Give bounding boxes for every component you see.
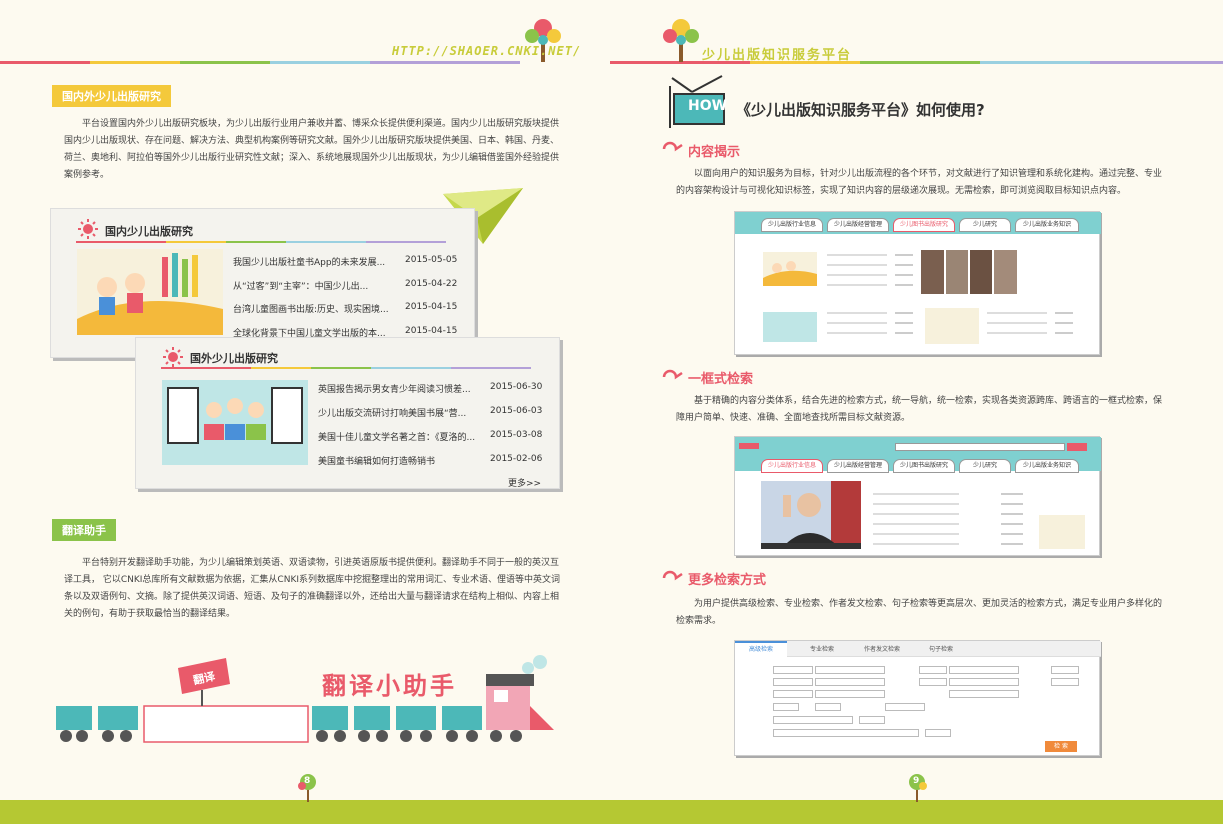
domestic-card-title: 国内少儿出版研究 bbox=[105, 225, 193, 238]
tab-professional-search[interactable]: 专业检索 bbox=[797, 643, 847, 657]
translation-paragraph: 平台特别开发翻译助手功能，为少儿编辑策划英语、双语读物，引进英语原版书提供便利。… bbox=[64, 558, 561, 619]
tab-business-knowledge[interactable]: 少儿出版业务知识 bbox=[1015, 218, 1079, 232]
brand-name: 少儿出版知识服务平台 bbox=[702, 48, 853, 63]
domestic-research-card: 国内少儿出版研究 我国少儿出版社童书App的未来发展... 2015-05-05 … bbox=[50, 208, 475, 358]
tree-logo-icon bbox=[663, 19, 699, 62]
page-number-left: 8 bbox=[304, 776, 311, 786]
one-box-search-paragraph: 基于精确的内容分类体系，结合先进的检索方式，统一导航，统一检索，实现各类资源跨库… bbox=[676, 396, 1163, 423]
header-rainbow-line bbox=[0, 61, 1223, 64]
list-item[interactable]: 美国十佳儿童文学名著之首：《夏洛的... 2015-03-08 bbox=[318, 430, 542, 443]
content-reveal-screenshot: 少儿出版行业信息 少儿出版经营管理 少儿图书出版研究 少儿研究 少儿出版业务知识 bbox=[734, 211, 1101, 355]
tab-operation[interactable]: 少儿出版经营管理 bbox=[827, 459, 889, 473]
tab-industry-info[interactable]: 少儿出版行业信息 bbox=[761, 459, 823, 473]
news-photo bbox=[761, 481, 861, 549]
list-item[interactable]: 英国报告揭示男女青少年阅读习惯差... 2015-06-30 bbox=[318, 382, 542, 395]
sun-icon bbox=[163, 347, 183, 367]
list-item[interactable]: 台湾儿童图画书出版:历史、现实困境... 2015-04-15 bbox=[233, 302, 457, 315]
tab-youth-research[interactable]: 少儿研究 bbox=[959, 218, 1011, 232]
site-url[interactable]: HTTP://SHAOER.CNKI.NET/ bbox=[392, 44, 581, 58]
kids-window-illustration bbox=[162, 380, 308, 465]
list-item[interactable]: 少儿出版交流研讨打响美国书展“营... 2015-06-03 bbox=[318, 406, 542, 419]
kids-reading-illustration bbox=[77, 249, 223, 335]
tab-industry-info[interactable]: 少儿出版行业信息 bbox=[761, 218, 823, 232]
section-label-translation: 翻译助手 bbox=[52, 519, 116, 541]
train-illustration bbox=[56, 655, 554, 743]
heading-more-search: 更多检索方式 bbox=[688, 573, 767, 588]
foreign-research-card: 国外少儿出版研究 英国报告揭示男女青少年阅读习惯差... 2015-06-30 少… bbox=[135, 337, 560, 489]
swirl-icon bbox=[662, 141, 683, 152]
translation-art-title: 翻译小助手 bbox=[322, 672, 457, 700]
tab-advanced-search[interactable]: 高级检索 bbox=[735, 641, 787, 657]
more-search-paragraph: 为用户提供高级检索、专业检索、作者发文检索、句子检索等更高层次、更加灵活的检索方… bbox=[676, 599, 1163, 626]
tab-book-research[interactable]: 少儿图书出版研究 bbox=[893, 218, 955, 232]
tab-youth-research[interactable]: 少儿研究 bbox=[959, 459, 1011, 473]
heading-one-box-search: 一框式检索 bbox=[688, 372, 754, 387]
research-paragraph: 平台设置国内外少儿出版研究板块，为少儿出版行业用户兼收并蓄、博采众长提供便利渠道… bbox=[64, 119, 560, 180]
page-number-right: 9 bbox=[913, 776, 920, 786]
search-button[interactable]: 检 索 bbox=[1045, 741, 1077, 752]
sun-icon bbox=[78, 219, 98, 239]
heading-content-reveal: 内容揭示 bbox=[688, 145, 741, 160]
tab-operation[interactable]: 少儿出版经营管理 bbox=[827, 218, 889, 232]
section-label-research: 国内外少儿出版研究 bbox=[52, 85, 171, 107]
swirl-icon bbox=[662, 570, 683, 581]
tab-business-knowledge[interactable]: 少儿出版业务知识 bbox=[1015, 459, 1079, 473]
swirl-icon bbox=[662, 369, 683, 380]
tab-book-research[interactable]: 少儿图书出版研究 bbox=[893, 459, 955, 473]
advanced-search-screenshot: 高级检索 专业检索 作者发文检索 句子检索 检 索 bbox=[734, 640, 1101, 756]
list-item[interactable]: 我国少儿出版社童书App的未来发展... 2015-05-05 bbox=[233, 255, 457, 268]
how-badge: HOW bbox=[688, 98, 728, 114]
tab-sentence-search[interactable]: 句子检索 bbox=[911, 643, 971, 657]
content-reveal-paragraph: 以面向用户的知识服务为目标，针对少儿出版流程的各个环节，对文献进行了知识管理和系… bbox=[676, 169, 1163, 196]
list-item[interactable]: 美国童书编辑如何打造畅销书 2015-02-06 bbox=[318, 454, 542, 467]
tab-author-search[interactable]: 作者发文检索 bbox=[847, 643, 917, 657]
more-link[interactable]: 更多>> bbox=[508, 476, 541, 489]
footer-bar bbox=[0, 800, 1223, 824]
list-item[interactable]: 从“过客”到“主宰”：中国少儿出... 2015-04-22 bbox=[233, 279, 457, 292]
foreign-card-title: 国外少儿出版研究 bbox=[190, 352, 278, 365]
how-title: 《少儿出版知识服务平台》如何使用? bbox=[736, 101, 985, 119]
one-box-search-screenshot: 少儿出版行业信息 少儿出版经营管理 少儿图书出版研究 少儿研究 少儿出版业务知识 bbox=[734, 436, 1101, 556]
mini-kids-illustration bbox=[763, 252, 817, 286]
